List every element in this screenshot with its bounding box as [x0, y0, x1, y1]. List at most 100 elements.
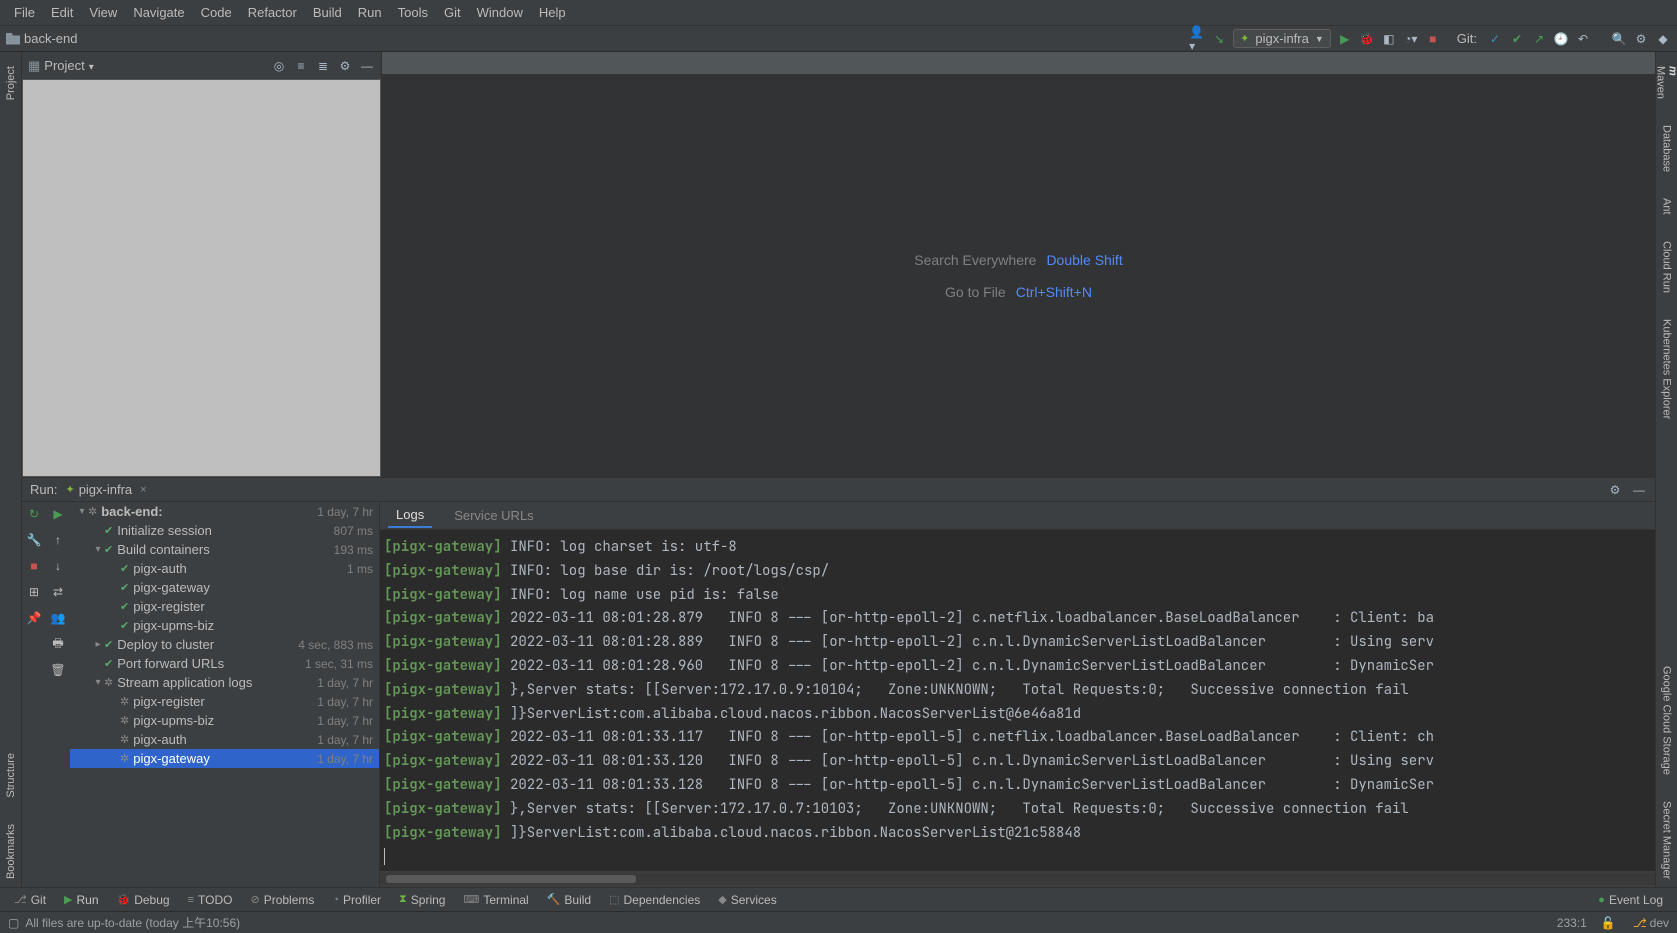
run-hide-icon[interactable]: —: [1631, 482, 1647, 498]
task-row[interactable]: ✲pigx-gateway1 day, 7 hr: [70, 749, 379, 768]
top-toolbar: back-end 👤▾ ↘ ✦ pigx-infra ▼ ▶ 🐞 ◧ ◔▾ ■ …: [0, 26, 1677, 52]
run-task-tree[interactable]: ▾✲back-end:1 day, 7 hr✔Initialize sessio…: [70, 502, 380, 887]
up-icon[interactable]: ↑: [50, 532, 66, 548]
bottom-tab-build[interactable]: 🔨Build: [539, 893, 599, 907]
right-tab-ant[interactable]: Ant: [1659, 190, 1675, 223]
profile-icon[interactable]: ◔▾: [1403, 31, 1419, 47]
run-header-config[interactable]: pigx-infra: [79, 482, 132, 497]
console-output[interactable]: [pigx-gateway] INFO: log charset is: utf…: [380, 530, 1655, 871]
menu-view[interactable]: View: [81, 5, 125, 20]
coverage-icon[interactable]: ◧: [1381, 31, 1397, 47]
search-icon[interactable]: 🔍: [1611, 31, 1627, 47]
run-icon[interactable]: ▶: [1337, 31, 1353, 47]
collapse-all-icon[interactable]: ≣: [315, 58, 331, 74]
bottom-tab-debug[interactable]: 🐞Debug: [109, 893, 178, 907]
console-hscrollbar[interactable]: [380, 873, 1655, 885]
bottom-tab-terminal[interactable]: ⌨Terminal: [455, 893, 536, 907]
menu-navigate[interactable]: Navigate: [125, 5, 192, 20]
menu-edit[interactable]: Edit: [43, 5, 81, 20]
task-row[interactable]: ✲pigx-upms-biz1 day, 7 hr: [70, 711, 379, 730]
git-rollback-icon[interactable]: ↶: [1575, 31, 1591, 47]
toggle-wrap-icon[interactable]: ⇄: [50, 584, 66, 600]
task-row[interactable]: ✔Port forward URLs1 sec, 31 ms: [70, 654, 379, 673]
trash-icon[interactable]: 🗑: [50, 662, 66, 678]
console-tab-urls[interactable]: Service URLs: [446, 504, 541, 527]
panel-gear-icon[interactable]: ⚙: [337, 58, 353, 74]
right-tab-cloudrun[interactable]: Cloud Run: [1659, 233, 1675, 301]
bottom-tab-profiler[interactable]: ◔Profiler: [324, 893, 389, 907]
project-tree-body[interactable]: [22, 79, 381, 477]
bottom-tab-spring[interactable]: ⧗Spring: [391, 893, 453, 907]
menu-run[interactable]: Run: [350, 5, 390, 20]
task-row[interactable]: ✔Initialize session807 ms: [70, 521, 379, 540]
task-row[interactable]: ▾✲back-end:1 day, 7 hr: [70, 502, 379, 521]
rerun-wrench-icon[interactable]: 🔧: [26, 532, 42, 548]
run-gear-icon[interactable]: ⚙: [1607, 482, 1623, 498]
task-row[interactable]: ▾✲Stream application logs1 day, 7 hr: [70, 673, 379, 692]
left-tab-structure[interactable]: Structure: [3, 745, 19, 806]
run-tab-close-icon[interactable]: ×: [140, 484, 146, 496]
bottom-tab-run[interactable]: ▶Run: [56, 893, 106, 907]
bottom-tab-dependencies[interactable]: ⬚Dependencies: [601, 893, 708, 907]
right-tab-maven[interactable]: mMaven: [1653, 58, 1677, 107]
layout-icon[interactable]: ⊞: [26, 584, 42, 600]
task-row[interactable]: ✔pigx-gateway: [70, 578, 379, 597]
rerun-icon[interactable]: ↻: [26, 506, 42, 522]
console-tab-logs[interactable]: Logs: [388, 503, 432, 528]
bottom-tab-git[interactable]: ⎇Git: [6, 893, 54, 907]
menu-tools[interactable]: Tools: [390, 5, 436, 20]
print-icon[interactable]: 🖶: [50, 636, 66, 652]
bottom-tab-services[interactable]: ◆Services: [710, 893, 784, 907]
right-tab-database[interactable]: Database: [1659, 117, 1675, 180]
right-tab-secret[interactable]: Secret Manager: [1659, 793, 1675, 887]
status-hide-icon[interactable]: ▢: [8, 916, 19, 930]
breadcrumb-project[interactable]: back-end: [24, 31, 77, 46]
task-row[interactable]: ✔pigx-auth1 ms: [70, 559, 379, 578]
bottom-tab-eventlog[interactable]: ●Event Log: [1590, 893, 1671, 907]
status-linecol[interactable]: 233:1: [1557, 916, 1587, 930]
menu-refactor[interactable]: Refactor: [240, 5, 305, 20]
hammer-build-icon[interactable]: ↘: [1211, 31, 1227, 47]
menu-help[interactable]: Help: [531, 5, 574, 20]
task-row[interactable]: ✔pigx-register: [70, 597, 379, 616]
menu-file[interactable]: File: [6, 5, 43, 20]
scrollbar-thumb[interactable]: [386, 875, 636, 883]
debug-icon[interactable]: 🐞: [1359, 31, 1375, 47]
continue-icon[interactable]: ▶: [50, 506, 66, 522]
status-branch[interactable]: ⎇dev: [1633, 916, 1669, 930]
git-commit-icon[interactable]: ✔: [1509, 31, 1525, 47]
panel-hide-icon[interactable]: —: [359, 58, 375, 74]
git-push-icon[interactable]: ↗: [1531, 31, 1547, 47]
run-config-dropdown[interactable]: ✦ pigx-infra ▼: [1233, 29, 1331, 48]
task-row[interactable]: ▾✔Build containers193 ms: [70, 540, 379, 559]
bottom-tab-problems[interactable]: ⊘Problems: [242, 893, 322, 907]
git-update-icon[interactable]: ✓: [1487, 31, 1503, 47]
add-user-icon[interactable]: 👥: [50, 610, 66, 626]
stop-run-icon[interactable]: ■: [26, 558, 42, 574]
settings-icon[interactable]: ⚙: [1633, 31, 1649, 47]
right-tab-gcs[interactable]: Google Cloud Storage: [1659, 658, 1675, 783]
locate-icon[interactable]: ◎: [271, 58, 287, 74]
editor-tabstrip[interactable]: [382, 52, 1655, 74]
git-history-icon[interactable]: 🕘: [1553, 31, 1569, 47]
task-row[interactable]: ✲pigx-auth1 day, 7 hr: [70, 730, 379, 749]
task-row[interactable]: ✲pigx-register1 day, 7 hr: [70, 692, 379, 711]
menu-code[interactable]: Code: [193, 5, 240, 20]
status-lock[interactable]: 🔓: [1601, 916, 1619, 930]
left-tab-bookmarks[interactable]: Bookmarks: [3, 816, 19, 887]
project-panel-title[interactable]: Project: [44, 58, 94, 73]
expand-all-icon[interactable]: ≡: [293, 58, 309, 74]
right-tab-k8s[interactable]: Kubernetes Explorer: [1659, 311, 1675, 427]
stop-icon[interactable]: ■: [1425, 31, 1441, 47]
menu-build[interactable]: Build: [305, 5, 350, 20]
left-tab-project[interactable]: Project: [3, 58, 19, 108]
bottom-tab-todo[interactable]: ≡TODO: [180, 893, 241, 907]
menu-git[interactable]: Git: [436, 5, 469, 20]
menu-window[interactable]: Window: [469, 5, 531, 20]
task-row[interactable]: ▸✔Deploy to cluster4 sec, 883 ms: [70, 635, 379, 654]
ide-logo-icon[interactable]: ◆: [1655, 31, 1671, 47]
task-row[interactable]: ✔pigx-upms-biz: [70, 616, 379, 635]
down-icon[interactable]: ↓: [50, 558, 66, 574]
pin-icon[interactable]: 📌: [26, 610, 42, 626]
account-icon[interactable]: 👤▾: [1189, 31, 1205, 47]
